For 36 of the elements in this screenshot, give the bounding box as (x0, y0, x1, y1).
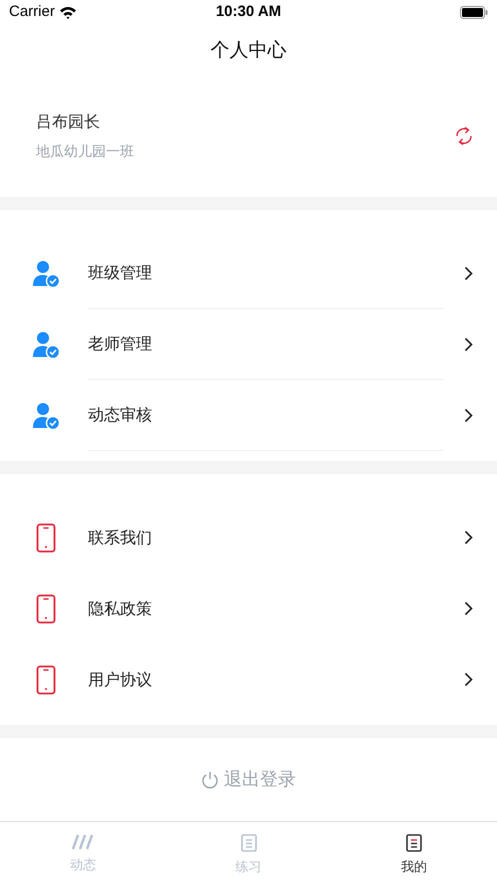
chevron-right-icon (464, 408, 473, 423)
battery-icon (460, 6, 488, 19)
phone-icon (36, 594, 56, 624)
menu-item[interactable]: 联系我们 (0, 502, 497, 573)
menu-item[interactable]: 动态审核 (0, 380, 497, 451)
wifi-icon (58, 6, 77, 19)
phone-icon (36, 664, 56, 694)
document-icon (406, 834, 422, 852)
chevron-right-icon (464, 337, 473, 352)
document-icon (240, 834, 256, 852)
class-name: 地瓜幼儿园一班 (36, 142, 134, 162)
carrier-label: Carrier (9, 2, 55, 22)
menu-label: 隐私政策 (88, 598, 152, 620)
chevron-right-icon (464, 672, 473, 687)
user-check-icon (31, 402, 61, 430)
menu-label: 班级管理 (88, 262, 152, 284)
menu-item[interactable]: 班级管理 (0, 238, 497, 309)
menu-item[interactable]: 老师管理 (0, 309, 497, 380)
user-check-icon (31, 260, 61, 288)
power-icon (201, 770, 219, 788)
user-check-icon (31, 330, 61, 358)
menu-label: 用户协议 (88, 668, 152, 690)
phone-icon (36, 522, 56, 552)
user-name: 吕布园长 (36, 110, 101, 132)
chevron-right-icon (464, 601, 473, 616)
tab-item[interactable]: 我的 (331, 822, 497, 883)
slashes-icon (70, 834, 95, 850)
menu-label: 老师管理 (88, 333, 152, 355)
menu-item[interactable]: 用户协议 (0, 644, 497, 715)
chevron-right-icon (464, 266, 473, 281)
menu-label: 联系我们 (88, 526, 152, 548)
menu-item[interactable]: 隐私政策 (0, 573, 497, 644)
chevron-right-icon (464, 530, 473, 545)
menu-label: 动态审核 (88, 404, 152, 426)
status-time: 10:30 AM (216, 2, 282, 22)
page-title: 个人中心 (210, 38, 286, 63)
